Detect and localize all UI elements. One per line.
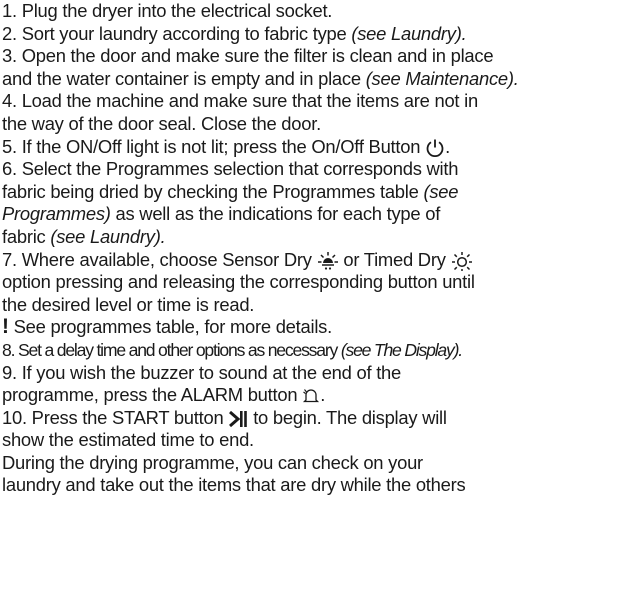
- alarm-bell-icon: [302, 387, 320, 405]
- step-4: 4. Load the machine and make sure that t…: [2, 90, 478, 112]
- step-9-cont: programme, press the ALARM button .: [2, 384, 326, 406]
- paragraph-line-1: During the drying programme, you can che…: [2, 451, 423, 473]
- start-pause-icon: [228, 409, 248, 429]
- exclamation-icon: !: [2, 315, 9, 339]
- step-6-cont-2: Programmes) as well as the indications f…: [2, 203, 441, 225]
- note: ! See programmes table, for more details…: [2, 315, 332, 339]
- step-7-cont-1: option pressing and releasing the corres…: [2, 271, 475, 293]
- display-reference: (see The Display).: [340, 339, 463, 360]
- step-3-cont: and the water container is empty and in …: [2, 67, 519, 89]
- power-icon: [425, 138, 445, 158]
- step-9: 9. If you wish the buzzer to sound at th…: [2, 361, 402, 383]
- step-6-cont-1: fabric being dried by checking the Progr…: [2, 180, 459, 202]
- laundry-reference: (see Laundry).: [351, 22, 467, 44]
- laundry-reference: (see Laundry).: [50, 225, 166, 247]
- step-8: 8. Set a delay time and other options as…: [2, 339, 463, 360]
- instructions-text: 1. Plug the dryer into the electrical so…: [2, 0, 634, 497]
- step-6-cont-3: fabric (see Laundry).: [2, 225, 166, 247]
- maintenance-reference: (see Maintenance).: [365, 67, 519, 89]
- step-6: 6. Select the Programmes selection that …: [2, 158, 459, 180]
- step-1: 1. Plug the dryer into the electrical so…: [2, 0, 333, 21]
- paragraph-line-2: laundry and take out the items that are …: [2, 474, 466, 496]
- programmes-reference: Programmes): [2, 203, 111, 225]
- step-3: 3. Open the door and make sure the filte…: [2, 45, 494, 67]
- step-10: 10. Press the START button to begin. The…: [2, 406, 447, 429]
- sensor-dry-icon: [317, 251, 339, 271]
- step-2: 2. Sort your laundry according to fabric…: [2, 22, 467, 44]
- timed-dry-icon: [451, 251, 473, 271]
- step-4-cont: the way of the door seal. Close the door…: [2, 112, 321, 134]
- step-10-cont: show the estimated time to end.: [2, 429, 254, 451]
- step-7-cont-2: the desired level or time is read.: [2, 293, 255, 315]
- step-5: 5. If the ON/Off light is not lit; press…: [2, 135, 450, 158]
- step-7: 7. Where available, choose Sensor Dry or…: [2, 249, 634, 272]
